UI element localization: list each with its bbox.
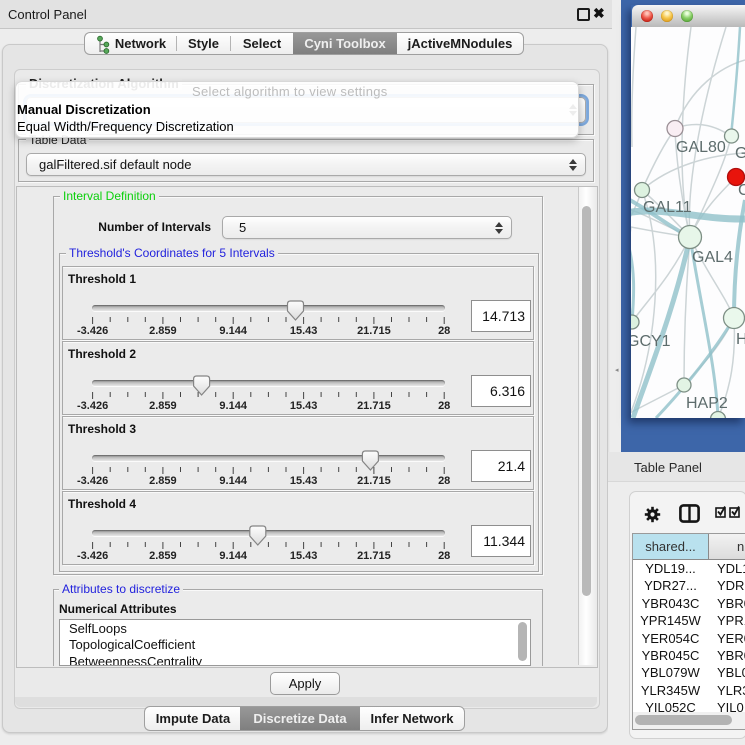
svg-text:GAL80: GAL80 — [676, 139, 726, 156]
svg-text:G.: G. — [735, 145, 745, 162]
svg-text:C: C — [738, 182, 745, 199]
svg-text:H: H — [736, 331, 745, 348]
svg-text:GCY1: GCY1 — [631, 333, 671, 350]
svg-text:GAL11: GAL11 — [643, 199, 692, 216]
svg-text:GAL4: GAL4 — [692, 249, 733, 266]
svg-text:HAP2: HAP2 — [686, 395, 728, 412]
